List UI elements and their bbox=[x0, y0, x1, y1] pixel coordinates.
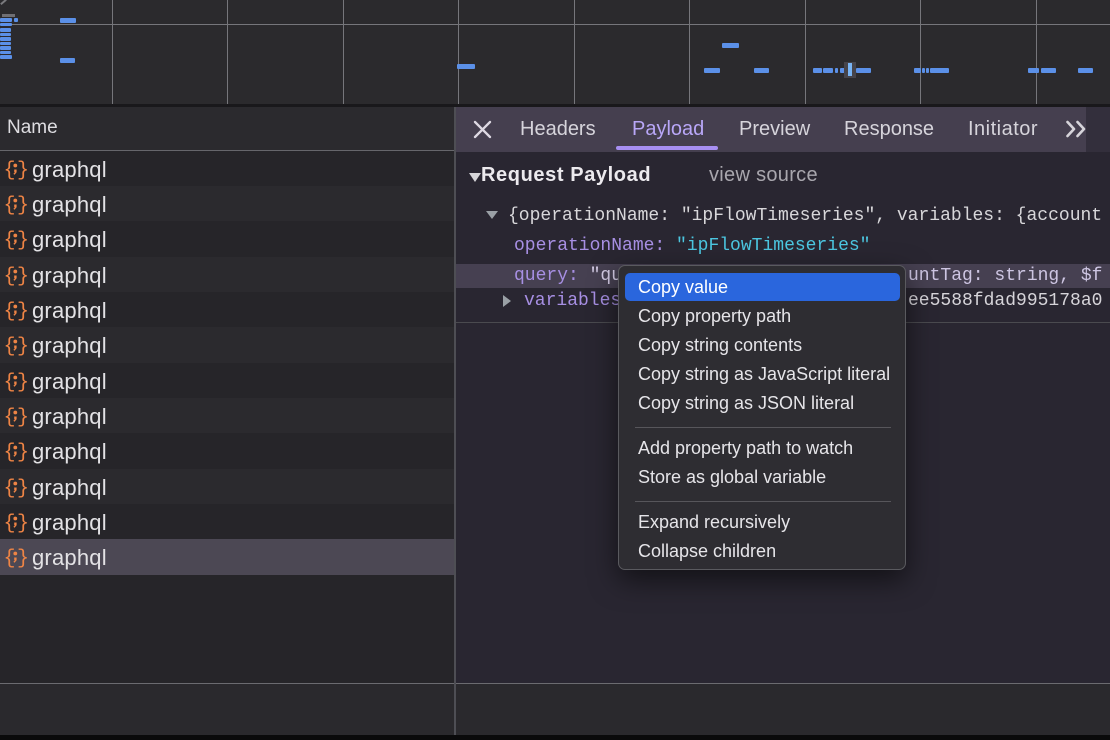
svg-text:{: { bbox=[4, 372, 16, 393]
svg-text:}: } bbox=[17, 266, 28, 287]
svg-text:{: { bbox=[4, 548, 16, 569]
svg-text:}: } bbox=[17, 513, 28, 534]
svg-text:{: { bbox=[4, 336, 16, 357]
svg-text:{: { bbox=[4, 230, 16, 251]
svg-text:}: } bbox=[17, 478, 28, 499]
svg-text:{: { bbox=[4, 407, 16, 428]
svg-text:{: { bbox=[4, 478, 16, 499]
svg-text:}: } bbox=[17, 442, 28, 463]
svg-text:{: { bbox=[4, 442, 16, 463]
svg-text:}: } bbox=[17, 195, 28, 216]
svg-text:}: } bbox=[17, 372, 28, 393]
svg-text:}: } bbox=[17, 336, 28, 357]
svg-text:{: { bbox=[4, 266, 16, 287]
svg-text:}: } bbox=[17, 301, 28, 322]
svg-text:}: } bbox=[17, 160, 28, 181]
svg-text:{: { bbox=[4, 301, 16, 322]
svg-text:{: { bbox=[4, 195, 16, 216]
svg-text:{: { bbox=[4, 160, 16, 181]
svg-text:}: } bbox=[17, 407, 28, 428]
svg-text:}: } bbox=[17, 230, 28, 251]
svg-text:}: } bbox=[17, 548, 28, 569]
svg-text:{: { bbox=[4, 513, 16, 534]
